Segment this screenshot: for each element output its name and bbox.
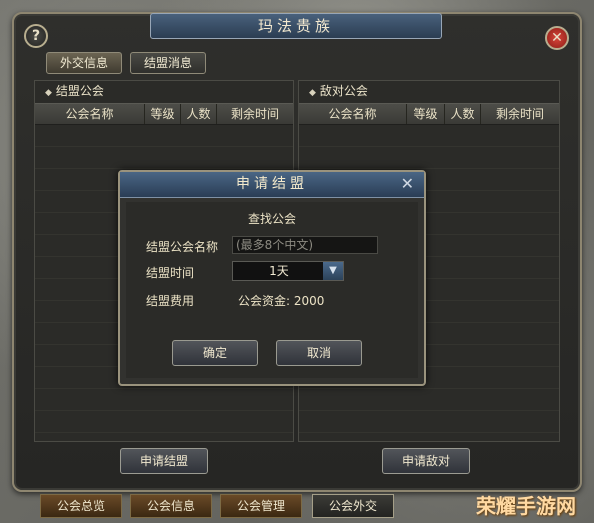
- table-row[interactable]: [35, 147, 293, 169]
- col-remaining-time[interactable]: 剩余时间: [481, 104, 559, 124]
- alliance-time-label: 结盟时间: [146, 266, 195, 280]
- help-button[interactable]: ?: [24, 24, 48, 48]
- col-members[interactable]: 人数: [445, 104, 481, 124]
- alliance-time-value: 1天: [269, 264, 289, 278]
- chevron-down-icon[interactable]: ▼: [323, 262, 343, 280]
- guild-name-label: 结盟公会名称: [146, 240, 219, 254]
- col-level[interactable]: 等级: [145, 104, 181, 124]
- close-icon: ✕: [400, 174, 414, 193]
- alliance-time-select[interactable]: 1天 ▼: [232, 261, 344, 281]
- tab-alliance-messages[interactable]: 结盟消息: [130, 52, 206, 74]
- dialog-heading: 查找公会: [247, 212, 296, 226]
- hostile-guild-header: ◆ 敌对公会: [299, 81, 559, 103]
- tab-guild-diplomacy[interactable]: 公会外交: [312, 494, 394, 518]
- alliance-table-header: 公会名称 等级 人数 剩余时间: [35, 103, 293, 125]
- alliance-guild-header: ◆ 结盟公会: [35, 81, 293, 103]
- diamond-icon: ◆: [309, 88, 316, 98]
- dialog-body: 查找公会 结盟公会名称 (最多8个中文) 结盟时间 1天 ▼ 结盟费用 公会资金…: [126, 202, 418, 378]
- diamond-icon: ◆: [45, 88, 52, 98]
- apply-hostile-button[interactable]: 申请敌对: [382, 448, 470, 474]
- apply-alliance-button[interactable]: 申请结盟: [120, 448, 208, 474]
- alliance-fee-value: 公会资金: 2000: [238, 294, 325, 308]
- question-icon: ?: [31, 28, 41, 44]
- col-guild-name[interactable]: 公会名称: [299, 104, 407, 124]
- watermark-text: 荣耀手游网: [476, 494, 576, 518]
- tab-diplomacy-info[interactable]: 外交信息: [46, 52, 122, 74]
- col-level[interactable]: 等级: [407, 104, 445, 124]
- hostile-table-header: 公会名称 等级 人数 剩余时间: [299, 103, 559, 125]
- close-icon: ✕: [551, 30, 563, 46]
- table-row[interactable]: [35, 411, 293, 433]
- table-row[interactable]: [35, 389, 293, 411]
- alliance-fee-label: 结盟费用: [146, 294, 195, 308]
- table-row[interactable]: [299, 125, 559, 147]
- table-row[interactable]: [299, 411, 559, 433]
- col-members[interactable]: 人数: [181, 104, 217, 124]
- cancel-button[interactable]: 取消: [276, 340, 362, 366]
- table-row[interactable]: [35, 125, 293, 147]
- table-row[interactable]: [299, 147, 559, 169]
- tab-guild-info[interactable]: 公会信息: [130, 494, 212, 518]
- hostile-guild-title: 敌对公会: [319, 84, 368, 98]
- apply-alliance-dialog: 申请结盟 ✕ 查找公会 结盟公会名称 (最多8个中文) 结盟时间 1天 ▼ 结盟…: [118, 170, 426, 386]
- dialog-close-button[interactable]: ✕: [401, 174, 414, 194]
- window-title: 玛法贵族: [150, 13, 442, 39]
- table-row[interactable]: [299, 389, 559, 411]
- confirm-button[interactable]: 确定: [172, 340, 258, 366]
- col-guild-name[interactable]: 公会名称: [35, 104, 145, 124]
- col-remaining-time[interactable]: 剩余时间: [217, 104, 293, 124]
- tab-guild-management[interactable]: 公会管理: [220, 494, 302, 518]
- dialog-title: 申请结盟: [120, 172, 424, 198]
- alliance-guild-title: 结盟公会: [55, 84, 104, 98]
- guild-name-input[interactable]: (最多8个中文): [232, 236, 378, 254]
- tab-guild-overview[interactable]: 公会总览: [40, 494, 122, 518]
- close-button[interactable]: ✕: [545, 26, 569, 50]
